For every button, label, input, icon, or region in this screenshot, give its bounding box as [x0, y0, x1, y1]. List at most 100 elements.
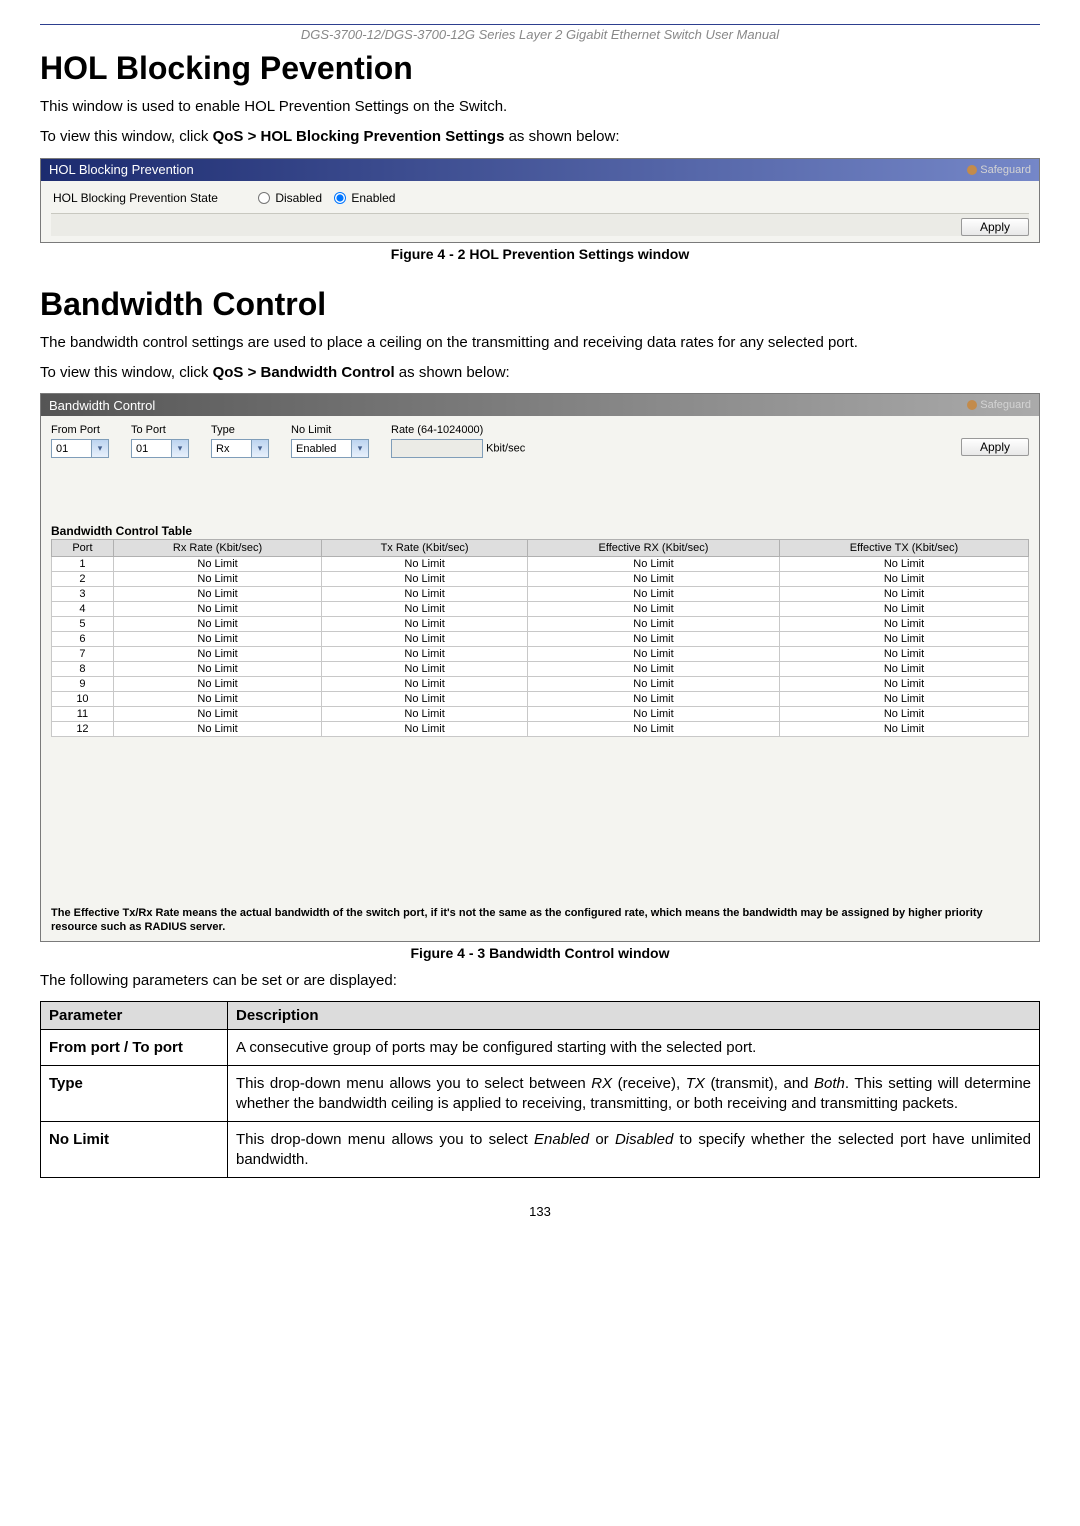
bw-table-cell: No Limit — [527, 707, 779, 722]
safeguard-text: Safeguard — [980, 164, 1031, 176]
params-row: From port / To portA consecutive group o… — [41, 1029, 1040, 1066]
bw-table-cell: No Limit — [527, 647, 779, 662]
bw-table-header: Effective RX (Kbit/sec) — [527, 540, 779, 557]
bw-nav: To view this window, click QoS > Bandwid… — [40, 363, 1040, 383]
hol-state-label: HOL Blocking Prevention State — [53, 191, 218, 205]
bw-table-cell: No Limit — [113, 647, 321, 662]
from-port-select[interactable]: 01 ▾ — [51, 439, 109, 458]
param-desc-cell: A consecutive group of ports may be conf… — [228, 1029, 1040, 1066]
bw-table-cell: 2 — [52, 572, 114, 587]
bw-safeguard-dot-icon — [967, 400, 977, 410]
params-row: TypeThis drop-down menu allows you to se… — [41, 1066, 1040, 1122]
bw-table-cell: No Limit — [527, 557, 779, 572]
bw-table-header: Port — [52, 540, 114, 557]
type-value: Rx — [216, 443, 229, 455]
bw-table-cell: No Limit — [322, 662, 528, 677]
bw-table-cell: No Limit — [779, 632, 1028, 647]
bw-table-cell: 7 — [52, 647, 114, 662]
bw-safeguard-text: Safeguard — [980, 399, 1031, 411]
hol-screenshot: HOL Blocking Prevention Safeguard HOL Bl… — [40, 158, 1040, 243]
bw-heading: Bandwidth Control — [40, 286, 1040, 323]
bw-table-cell: No Limit — [779, 707, 1028, 722]
bw-table-cell: No Limit — [113, 677, 321, 692]
type-select[interactable]: Rx ▾ — [211, 439, 269, 458]
to-port-value: 01 — [136, 443, 148, 455]
bw-table-cell: 9 — [52, 677, 114, 692]
hol-nav-post: as shown below: — [504, 128, 619, 145]
bw-table-cell: No Limit — [113, 707, 321, 722]
bw-table-cell: No Limit — [779, 572, 1028, 587]
bw-table-cell: No Limit — [779, 662, 1028, 677]
bw-table-cell: No Limit — [322, 617, 528, 632]
bw-table-cell: No Limit — [527, 572, 779, 587]
safeguard-badge: Safeguard — [967, 164, 1031, 176]
bw-table-cell: No Limit — [527, 662, 779, 677]
bw-screenshot: Bandwidth Control Safeguard From Port 01… — [40, 393, 1040, 942]
table-row: 6No LimitNo LimitNo LimitNo Limit — [52, 632, 1029, 647]
bw-table-cell: No Limit — [779, 692, 1028, 707]
params-header-param: Parameter — [41, 1001, 228, 1029]
hol-radio-disabled-wrap[interactable]: Disabled — [258, 191, 322, 205]
table-row: 11No LimitNo LimitNo LimitNo Limit — [52, 707, 1029, 722]
hol-titlebar: HOL Blocking Prevention Safeguard — [41, 159, 1039, 181]
bw-table-cell: No Limit — [527, 677, 779, 692]
bw-fig-caption: Figure 4 - 3 Bandwidth Control window — [40, 945, 1040, 961]
chevron-down-icon: ▾ — [351, 440, 368, 457]
bw-table-cell: No Limit — [779, 722, 1028, 737]
hol-radio-group: Disabled Enabled — [258, 191, 395, 205]
bw-table-cell: 8 — [52, 662, 114, 677]
bw-table-cell: No Limit — [322, 632, 528, 647]
page-number: 133 — [40, 1204, 1040, 1219]
nolimit-select[interactable]: Enabled ▾ — [291, 439, 369, 458]
bw-table-cell: No Limit — [527, 602, 779, 617]
bw-table-header: Rx Rate (Kbit/sec) — [113, 540, 321, 557]
table-row: 2No LimitNo LimitNo LimitNo Limit — [52, 572, 1029, 587]
rate-input[interactable] — [391, 439, 483, 458]
table-row: 7No LimitNo LimitNo LimitNo Limit — [52, 647, 1029, 662]
bw-table-cell: No Limit — [527, 632, 779, 647]
bw-table-cell: No Limit — [527, 617, 779, 632]
bw-apply-button[interactable]: Apply — [961, 438, 1029, 456]
chevron-down-icon: ▾ — [251, 440, 268, 457]
hol-heading: HOL Blocking Pevention — [40, 50, 1040, 87]
hol-radio-enabled[interactable] — [334, 192, 346, 204]
bw-intro: The bandwidth control settings are used … — [40, 333, 1040, 353]
bw-nav-bold: QoS > Bandwidth Control — [213, 364, 395, 381]
param-name-cell: No Limit — [41, 1122, 228, 1178]
bw-table-caption: Bandwidth Control Table — [51, 524, 1029, 538]
nolimit-value: Enabled — [296, 443, 336, 455]
table-row: 5No LimitNo LimitNo LimitNo Limit — [52, 617, 1029, 632]
bw-table-cell: 1 — [52, 557, 114, 572]
hol-nav: To view this window, click QoS > HOL Blo… — [40, 127, 1040, 147]
bw-table-cell: No Limit — [113, 587, 321, 602]
params-intro: The following parameters can be set or a… — [40, 971, 1040, 991]
to-port-select[interactable]: 01 ▾ — [131, 439, 189, 458]
bw-table-cell: 4 — [52, 602, 114, 617]
bw-table-cell: 12 — [52, 722, 114, 737]
hol-radio-disabled[interactable] — [258, 192, 270, 204]
bw-table-cell: 3 — [52, 587, 114, 602]
from-port-value: 01 — [56, 443, 68, 455]
hol-radio-enabled-wrap[interactable]: Enabled — [334, 191, 395, 205]
hol-panel-title: HOL Blocking Prevention — [49, 162, 194, 177]
manual-title: DGS-3700-12/DGS-3700-12G Series Layer 2 … — [40, 27, 1040, 42]
bw-table-cell: 5 — [52, 617, 114, 632]
bw-table-cell: No Limit — [113, 692, 321, 707]
to-port-label: To Port — [131, 424, 189, 436]
bw-table-header: Tx Rate (Kbit/sec) — [322, 540, 528, 557]
bw-table-cell: No Limit — [322, 572, 528, 587]
chevron-down-icon: ▾ — [91, 440, 108, 457]
bw-table-cell: No Limit — [322, 557, 528, 572]
bw-panel-title: Bandwidth Control — [49, 398, 155, 413]
table-row: 8No LimitNo LimitNo LimitNo Limit — [52, 662, 1029, 677]
bw-table-cell: No Limit — [322, 722, 528, 737]
hol-radio-disabled-label: Disabled — [275, 191, 322, 205]
bw-table-cell: No Limit — [113, 572, 321, 587]
bw-table-cell: No Limit — [779, 587, 1028, 602]
hol-intro: This window is used to enable HOL Preven… — [40, 97, 1040, 117]
rate-label: Rate (64-1024000) — [391, 424, 525, 436]
bw-table-cell: No Limit — [527, 722, 779, 737]
hol-apply-button[interactable]: Apply — [961, 218, 1029, 236]
bw-footnote: The Effective Tx/Rx Rate means the actua… — [51, 907, 1029, 935]
bw-table-cell: No Limit — [322, 692, 528, 707]
